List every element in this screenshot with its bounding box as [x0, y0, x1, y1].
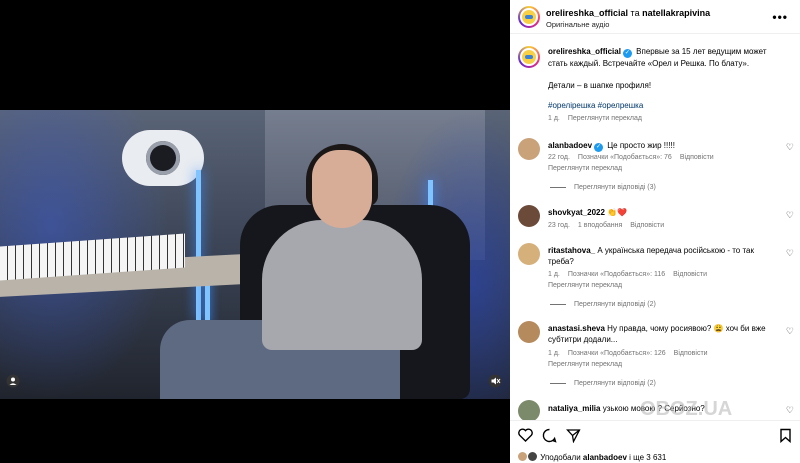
- studio-speaker: [122, 130, 204, 186]
- author-username[interactable]: orelireshka_official: [546, 8, 628, 18]
- share-send-icon[interactable]: [564, 428, 582, 446]
- comment-username[interactable]: anastasi.sheva: [548, 324, 605, 333]
- media-pane: [0, 0, 510, 463]
- see-translation-link[interactable]: Переглянути переклад: [548, 361, 622, 368]
- comment-text: ritastahova_ А українська передача росій…: [548, 245, 778, 267]
- liker-avatar: [528, 452, 537, 461]
- comment-text: shovkyat_2022 👏❤️: [548, 207, 627, 218]
- view-replies-button[interactable]: Переглянути відповіді (3): [550, 184, 656, 191]
- comment-likes[interactable]: Позначки «Подобається»: 126: [568, 350, 666, 357]
- mute-icon[interactable]: [486, 374, 504, 392]
- comment-like-icon[interactable]: ♡: [786, 210, 794, 221]
- verified-badge-icon: ✓: [594, 143, 604, 152]
- verified-badge-icon: ✓: [622, 49, 632, 58]
- post-side-panel: orelireshka_official та natellakrapivina…: [510, 0, 800, 463]
- comment-time[interactable]: 22 год.: [548, 154, 570, 161]
- comment-like-icon[interactable]: ♡: [786, 405, 794, 416]
- caption-details: Детали – в шапке профиля!: [548, 81, 652, 90]
- caption-author-avatar[interactable]: [518, 46, 540, 68]
- person-face: [312, 150, 372, 228]
- comment-text: anastasi.sheva Ну правда, чому росиявою?…: [548, 323, 778, 345]
- comment-meta: 1 д. Позначки «Подобається»: 126 Відповіст…: [548, 350, 716, 357]
- see-translation-link[interactable]: Переглянути переклад: [548, 165, 622, 172]
- neon-tube: [196, 170, 201, 320]
- commenter-avatar[interactable]: [518, 243, 540, 265]
- comment-likes[interactable]: Позначки «Подобається»: 116: [568, 271, 665, 278]
- comment-bubble-icon[interactable]: [540, 428, 558, 446]
- coauthor-username[interactable]: natellakrapivina: [642, 8, 710, 18]
- reply-button[interactable]: Відповісти: [680, 154, 714, 161]
- liked-by-prefix: Уподобали: [540, 453, 583, 462]
- comment-time[interactable]: 1 д.: [548, 350, 560, 357]
- reply-button[interactable]: Відповісти: [673, 271, 707, 278]
- caption-text: orelireshka_official ✓ Впервые за 15 лет …: [548, 46, 788, 69]
- audio-label[interactable]: Оригінальне аудіо: [546, 20, 609, 29]
- comment-username[interactable]: ritastahova_: [548, 246, 595, 255]
- watermark: OBOZ.UA: [640, 398, 733, 420]
- view-replies-button[interactable]: Переглянути відповіді (2): [550, 301, 656, 308]
- comment-like-icon[interactable]: ♡: [786, 326, 794, 337]
- comment-body: 👏❤️: [607, 208, 628, 217]
- tagged-users-icon[interactable]: [4, 374, 22, 392]
- comment-time[interactable]: 1 д.: [548, 271, 560, 278]
- see-translation-link[interactable]: Переглянути переклад: [568, 115, 642, 122]
- caption-time[interactable]: 1 д.: [548, 115, 560, 122]
- save-bookmark-icon[interactable]: [776, 428, 794, 446]
- post-header: orelireshka_official та natellakrapivina…: [510, 0, 800, 34]
- commenter-avatar[interactable]: [518, 138, 540, 160]
- liker-avatar: [518, 452, 527, 461]
- post-action-bar: Уподобали alanbadoev і ще 3 631: [510, 420, 800, 463]
- comment-like-icon[interactable]: ♡: [786, 142, 794, 153]
- video-player[interactable]: [0, 110, 510, 399]
- see-translation-link[interactable]: Переглянути переклад: [548, 282, 622, 289]
- comment-meta: 23 год. 1 вподобання Відповісти: [548, 222, 672, 229]
- comment-username[interactable]: nataliya_milia: [548, 404, 600, 413]
- liked-by-summary[interactable]: Уподобали alanbadoev і ще 3 631: [518, 452, 666, 462]
- comment-username[interactable]: alanbadoev: [548, 141, 592, 150]
- instagram-post-viewer: orelireshka_official та natellakrapivina…: [0, 0, 800, 463]
- reply-button[interactable]: Відповісти: [630, 222, 664, 229]
- commenter-avatar[interactable]: [518, 400, 540, 422]
- person-hoodie: [262, 220, 422, 350]
- commenter-avatar[interactable]: [518, 321, 540, 343]
- caption-meta: 1 д. Переглянути переклад: [548, 115, 650, 122]
- caption-username[interactable]: orelireshka_official: [548, 47, 621, 56]
- comment-username[interactable]: shovkyat_2022: [548, 208, 605, 217]
- author-avatar[interactable]: [518, 6, 540, 28]
- view-replies-button[interactable]: Переглянути відповіді (2): [550, 380, 656, 387]
- comment-likes[interactable]: Позначки «Подобається»: 76: [578, 154, 672, 161]
- commenter-avatar[interactable]: [518, 205, 540, 227]
- reply-button[interactable]: Відповісти: [674, 350, 708, 357]
- comment-body: Це просто жир !!!!!: [607, 141, 675, 150]
- more-options-icon[interactable]: •••: [772, 10, 788, 24]
- like-heart-icon[interactable]: [516, 428, 534, 446]
- authors-joiner: та: [628, 8, 643, 18]
- post-authors: orelireshka_official та natellakrapivina: [546, 8, 710, 18]
- liked-by-user[interactable]: alanbadoev: [583, 453, 627, 462]
- comment-like-icon[interactable]: ♡: [786, 248, 794, 259]
- comment-text: alanbadoev ✓ Це просто жир !!!!!: [548, 140, 675, 152]
- caption-hashtags[interactable]: #орелірешка #орелрешка: [548, 100, 643, 111]
- liked-by-count[interactable]: і ще 3 631: [627, 453, 666, 462]
- comment-likes[interactable]: 1 вподобання: [578, 222, 622, 229]
- comment-time[interactable]: 23 год.: [548, 222, 570, 229]
- comment-meta: 1 д. Позначки «Подобається»: 116 Відповіст…: [548, 271, 715, 278]
- comment-meta: 22 год. Позначки «Подобається»: 76 Відпові…: [548, 154, 722, 161]
